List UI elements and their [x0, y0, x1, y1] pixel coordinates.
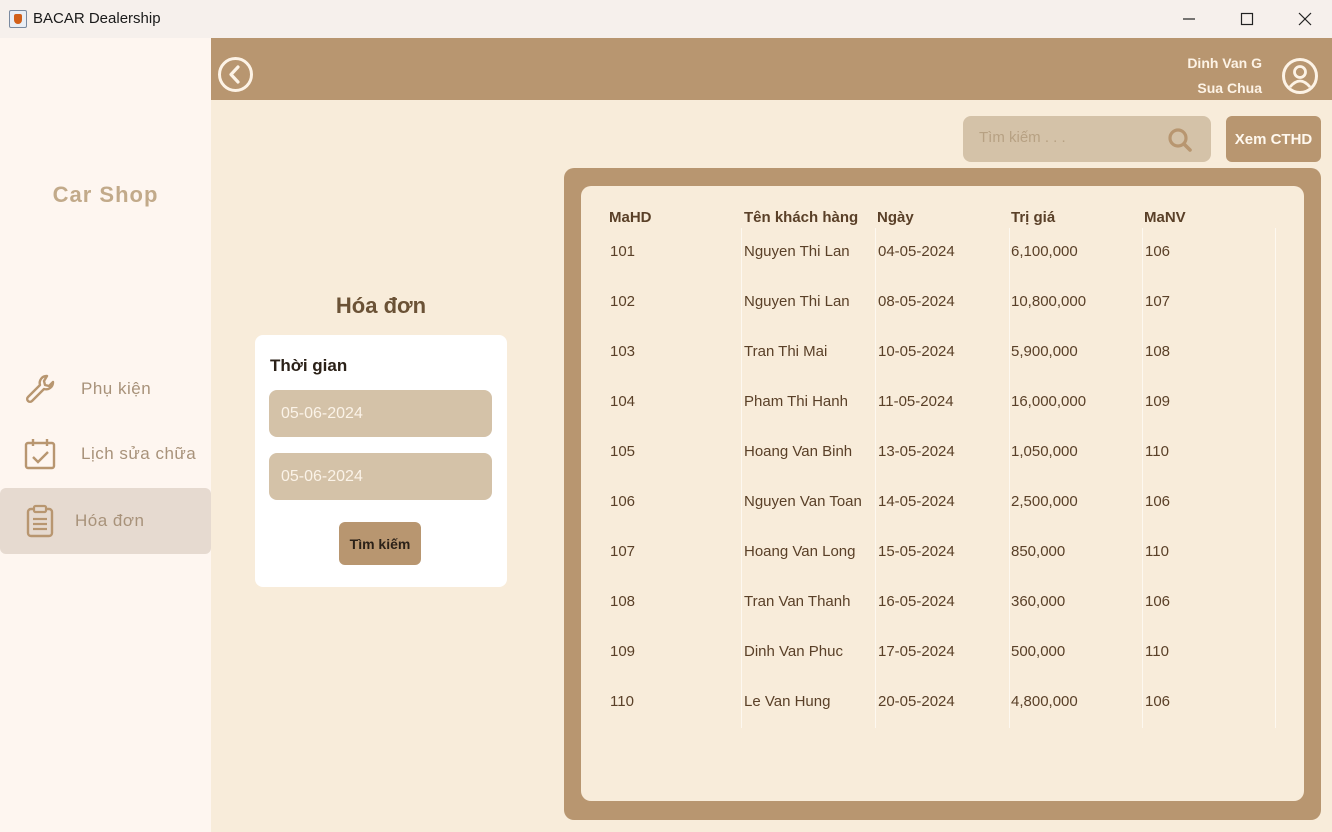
table-cell[interactable]: 20-05-2024 — [878, 693, 955, 710]
table-cell[interactable]: 500,000 — [1011, 643, 1065, 660]
table-cell[interactable]: 2,500,000 — [1011, 493, 1078, 510]
table-cell[interactable]: 110 — [1145, 543, 1169, 560]
filter-label: Thời gian — [270, 356, 348, 375]
table-cell[interactable]: Nguyen Thi Lan — [744, 243, 850, 260]
column-divider — [741, 228, 742, 728]
user-name: Dinh Van G — [1187, 55, 1262, 71]
search-icon[interactable] — [1167, 127, 1193, 153]
table-cell[interactable]: 16,000,000 — [1011, 393, 1086, 410]
maximize-icon — [1240, 12, 1254, 26]
table-cell[interactable]: 13-05-2024 — [878, 443, 955, 460]
date-from-field[interactable]: 05-06-2024 — [269, 390, 492, 437]
date-from-value: 05-06-2024 — [281, 405, 363, 422]
column-header-tri-gia[interactable]: Trị giá — [1011, 209, 1055, 226]
sidebar-item-label: Hóa đơn — [75, 511, 145, 530]
sidebar-item-label: Phụ kiện — [81, 379, 152, 398]
close-button[interactable] — [1276, 0, 1332, 38]
top-header: Dinh Van G Sua Chua — [211, 38, 1332, 100]
table-cell[interactable]: 5,900,000 — [1011, 343, 1078, 360]
table-cell[interactable]: Hoang Van Long — [744, 543, 855, 560]
calendar-check-icon — [24, 439, 56, 470]
table-cell[interactable]: 10,800,000 — [1011, 293, 1086, 310]
column-header-ngay[interactable]: Ngày — [877, 209, 914, 226]
table-cell[interactable]: 15-05-2024 — [878, 543, 955, 560]
close-icon — [1298, 12, 1312, 26]
brand-logo-text: Car Shop — [52, 182, 159, 207]
java-app-icon — [9, 10, 27, 28]
date-to-value: 05-06-2024 — [281, 468, 363, 485]
table-cell[interactable]: 101 — [610, 243, 635, 260]
user-role: Sua Chua — [1197, 80, 1262, 96]
table-cell[interactable]: Dinh Van Phuc — [744, 643, 843, 660]
table-cell[interactable]: 102 — [610, 293, 635, 310]
sidebar-item-label: Lịch sửa chữa — [81, 444, 197, 463]
invoice-table[interactable]: MaHD Tên khách hàng Ngày Trị giá MaNV 10… — [581, 186, 1304, 801]
column-header-ten-khach-hang[interactable]: Tên khách hàng — [744, 209, 858, 226]
search-box — [963, 116, 1211, 162]
table-cell[interactable]: Tran Van Thanh — [744, 593, 850, 610]
table-cell[interactable]: 109 — [610, 643, 635, 660]
table-cell[interactable]: 11-05-2024 — [878, 393, 954, 410]
minimize-icon — [1183, 18, 1195, 20]
table-cell[interactable]: 106 — [1145, 593, 1170, 610]
table-cell[interactable]: Nguyen Thi Lan — [744, 293, 850, 310]
table-cell[interactable]: Le Van Hung — [744, 693, 830, 710]
table-cell[interactable]: 106 — [1145, 243, 1170, 260]
table-cell[interactable]: 109 — [1145, 393, 1170, 410]
minimize-button[interactable] — [1160, 0, 1218, 38]
sidebar: Car Shop Phụ kiện Lịch sửa chữa Hóa đơn — [0, 38, 211, 832]
view-invoice-detail-button[interactable]: Xem CTHD — [1226, 116, 1321, 162]
sidebar-item-hoa-don[interactable]: Hóa đơn — [0, 488, 211, 554]
table-cell[interactable]: 104 — [610, 393, 635, 410]
maximize-button[interactable] — [1218, 0, 1276, 38]
sidebar-item-lich-sua-chua[interactable]: Lịch sửa chữa — [0, 421, 211, 487]
table-cell[interactable]: 360,000 — [1011, 593, 1065, 610]
table-cell[interactable]: 105 — [610, 443, 635, 460]
page-title: Hóa đơn — [335, 293, 427, 318]
table-cell[interactable]: 4,800,000 — [1011, 693, 1078, 710]
column-divider — [1142, 228, 1143, 728]
date-to-field[interactable]: 05-06-2024 — [269, 453, 492, 500]
table-cell[interactable]: Nguyen Van Toan — [744, 493, 862, 510]
filter-search-button[interactable]: Tìm kiếm — [339, 522, 421, 565]
window-titlebar: BACAR Dealership — [0, 0, 1332, 38]
table-cell[interactable]: 1,050,000 — [1011, 443, 1078, 460]
table-cell[interactable]: 6,100,000 — [1011, 243, 1078, 260]
table-cell[interactable]: 08-05-2024 — [878, 293, 955, 310]
sidebar-item-phu-kien[interactable]: Phụ kiện — [0, 356, 211, 422]
table-cell[interactable]: Tran Thi Mai — [744, 343, 827, 360]
user-avatar-icon[interactable] — [1281, 57, 1319, 95]
table-cell[interactable]: 16-05-2024 — [878, 593, 955, 610]
table-cell[interactable]: 10-05-2024 — [878, 343, 955, 360]
table-cell[interactable]: 17-05-2024 — [878, 643, 955, 660]
table-cell[interactable]: 04-05-2024 — [878, 243, 955, 260]
search-input[interactable] — [979, 129, 1159, 146]
table-cell[interactable]: 107 — [1145, 293, 1170, 310]
table-cell[interactable]: 106 — [1145, 493, 1170, 510]
wrench-icon — [25, 374, 55, 404]
table-cell[interactable]: 850,000 — [1011, 543, 1065, 560]
column-header-manv[interactable]: MaNV — [1144, 209, 1186, 226]
table-cell[interactable]: 110 — [1145, 643, 1169, 660]
table-cell[interactable]: 107 — [610, 543, 635, 560]
date-filter-card: Thời gian 05-06-2024 05-06-2024 Tìm kiếm — [255, 335, 507, 587]
table-cell[interactable]: 14-05-2024 — [878, 493, 955, 510]
column-divider — [1275, 228, 1276, 728]
back-arrow-icon[interactable] — [217, 56, 254, 93]
table-cell[interactable]: 106 — [1145, 693, 1170, 710]
column-divider — [1009, 228, 1010, 728]
table-cell[interactable]: Pham Thi Hanh — [744, 393, 848, 410]
clipboard-icon — [26, 504, 54, 538]
table-cell[interactable]: Hoang Van Binh — [744, 443, 852, 460]
window-title: BACAR Dealership — [33, 10, 161, 27]
table-cell[interactable]: 108 — [1145, 343, 1170, 360]
table-cell[interactable]: 106 — [610, 493, 635, 510]
table-cell[interactable]: 108 — [610, 593, 635, 610]
table-cell[interactable]: 110 — [610, 693, 634, 710]
table-cell[interactable]: 110 — [1145, 443, 1169, 460]
table-cell[interactable]: 103 — [610, 343, 635, 360]
column-divider — [875, 228, 876, 728]
invoice-table-frame: MaHD Tên khách hàng Ngày Trị giá MaNV 10… — [564, 168, 1321, 820]
column-header-mahd[interactable]: MaHD — [609, 209, 652, 226]
